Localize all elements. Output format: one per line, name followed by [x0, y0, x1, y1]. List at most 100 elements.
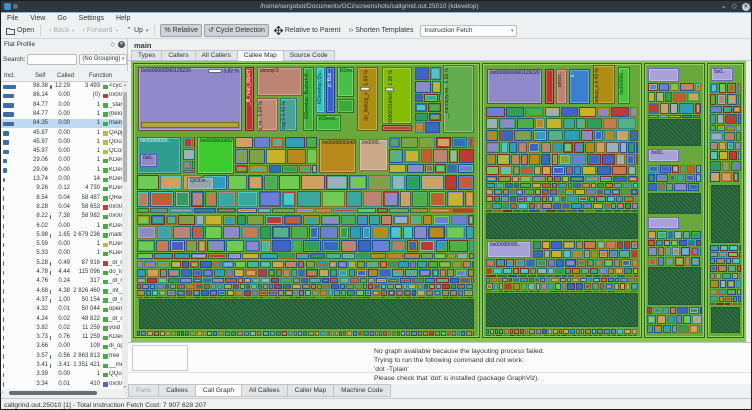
- map-cell[interactable]: [436, 297, 443, 298]
- map-cell[interactable]: [551, 250, 562, 258]
- map-cell[interactable]: [353, 331, 357, 336]
- map-cell[interactable]: [264, 297, 272, 298]
- map-cell[interactable]: [562, 176, 569, 182]
- map-cell[interactable]: [559, 154, 571, 165]
- map-cell[interactable]: [516, 335, 521, 336]
- map-cell[interactable]: [647, 315, 656, 324]
- map-cell[interactable]: [578, 210, 584, 212]
- map-cell[interactable]: [629, 278, 636, 282]
- map-cell[interactable]: [379, 269, 391, 278]
- map-cell[interactable]: [567, 210, 577, 212]
- map-cell[interactable]: [217, 208, 236, 213]
- map-cell[interactable]: [584, 283, 591, 289]
- map-block[interactable]: 0x00..: [648, 149, 679, 162]
- table-row[interactable]: 13.740.0014KDevelop::: [1, 175, 122, 184]
- map-cell[interactable]: [350, 226, 361, 239]
- map-cell[interactable]: [622, 210, 630, 212]
- map-cell[interactable]: [452, 137, 467, 148]
- map-cell[interactable]: [424, 94, 438, 102]
- map-cell[interactable]: [529, 210, 539, 212]
- table-row[interactable]: 9.260.124 730KDevelop::: [1, 184, 122, 193]
- map-block[interactable]: 0x00000000001292201.14 %: [487, 69, 542, 104]
- map-cell[interactable]: [442, 284, 450, 289]
- map-cell[interactable]: [498, 278, 502, 282]
- scrollbar-thumb[interactable]: [9, 391, 97, 395]
- map-cell[interactable]: [494, 189, 501, 195]
- map-cell[interactable]: [526, 259, 535, 267]
- map-cell[interactable]: [541, 142, 551, 153]
- map-cell[interactable]: [492, 291, 497, 292]
- map-cell[interactable]: [533, 335, 537, 336]
- map-cell[interactable]: [459, 149, 474, 162]
- map-cell[interactable]: [660, 103, 670, 114]
- map-cell[interactable]: [258, 208, 271, 213]
- table-row[interactable]: 98.3812.293 493<cycle 42>: [1, 82, 122, 91]
- map-cell[interactable]: [603, 335, 606, 336]
- map-cell[interactable]: [415, 67, 429, 80]
- map-cell[interactable]: [725, 114, 737, 124]
- map-cell[interactable]: [495, 329, 498, 334]
- map-cell[interactable]: [497, 275, 508, 277]
- map-cell[interactable]: [533, 241, 541, 249]
- map-cell[interactable]: [624, 196, 634, 202]
- map-cell[interactable]: [417, 290, 425, 296]
- map-cell[interactable]: [170, 284, 176, 289]
- map-cell[interactable]: [457, 284, 465, 289]
- map-cell[interactable]: [636, 278, 638, 282]
- map-cell[interactable]: [599, 335, 602, 336]
- map-cell[interactable]: [452, 331, 456, 336]
- map-cell[interactable]: [486, 291, 491, 292]
- search-input[interactable]: [27, 54, 77, 65]
- map-cell[interactable]: [608, 278, 615, 282]
- map-cell[interactable]: [503, 268, 512, 274]
- map-cell[interactable]: [535, 278, 539, 282]
- map-cell[interactable]: [563, 118, 575, 129]
- map-cell[interactable]: [369, 215, 380, 225]
- map-cell[interactable]: [506, 259, 514, 267]
- map-cell[interactable]: [387, 253, 403, 259]
- table-row[interactable]: 8.227.3858 9820x0000000: [1, 212, 122, 221]
- column-header-called[interactable]: Called: [57, 73, 74, 79]
- map-cell[interactable]: [412, 290, 416, 296]
- map-cell[interactable]: [555, 283, 561, 289]
- map-cell[interactable]: [541, 210, 546, 212]
- map-cell[interactable]: [365, 290, 371, 296]
- map-cell[interactable]: [710, 172, 720, 182]
- map-cell[interactable]: [616, 291, 623, 292]
- map-cell[interactable]: [503, 335, 508, 336]
- map-cell[interactable]: [263, 284, 267, 289]
- map-cell[interactable]: [568, 275, 574, 277]
- map-cell[interactable]: [718, 265, 728, 272]
- map-cell[interactable]: [203, 269, 213, 278]
- map-cell[interactable]: [222, 261, 234, 268]
- map-cell[interactable]: [368, 278, 375, 283]
- map-cell[interactable]: [594, 130, 603, 141]
- map-cell[interactable]: [278, 290, 284, 296]
- map-cell[interactable]: [553, 329, 559, 334]
- map-cell[interactable]: [363, 331, 369, 336]
- map-cell[interactable]: [396, 290, 402, 296]
- map-cell[interactable]: [719, 83, 726, 93]
- map-cell[interactable]: [191, 191, 204, 208]
- map-cell[interactable]: [611, 203, 616, 209]
- map-cell[interactable]: [663, 325, 671, 334]
- map-cell[interactable]: [727, 142, 734, 151]
- map-cell[interactable]: [414, 226, 426, 239]
- map-cell[interactable]: [733, 296, 737, 302]
- map-cell[interactable]: [595, 259, 604, 267]
- map-cell[interactable]: [231, 331, 237, 336]
- map-cell[interactable]: [532, 176, 546, 182]
- map-cell[interactable]: [144, 261, 156, 268]
- menu-go[interactable]: Go: [51, 15, 72, 22]
- map-cell[interactable]: [190, 261, 199, 268]
- map-cell[interactable]: [726, 125, 734, 132]
- menu-file[interactable]: File: [1, 15, 24, 22]
- map-cell[interactable]: [499, 283, 503, 289]
- map-cell[interactable]: [218, 331, 223, 336]
- map-cell[interactable]: [726, 258, 731, 264]
- map-cell[interactable]: [156, 240, 169, 253]
- map-cell[interactable]: [203, 278, 211, 283]
- map-cell[interactable]: [727, 94, 738, 104]
- map-cell[interactable]: [293, 278, 300, 283]
- map-cell[interactable]: [245, 240, 260, 253]
